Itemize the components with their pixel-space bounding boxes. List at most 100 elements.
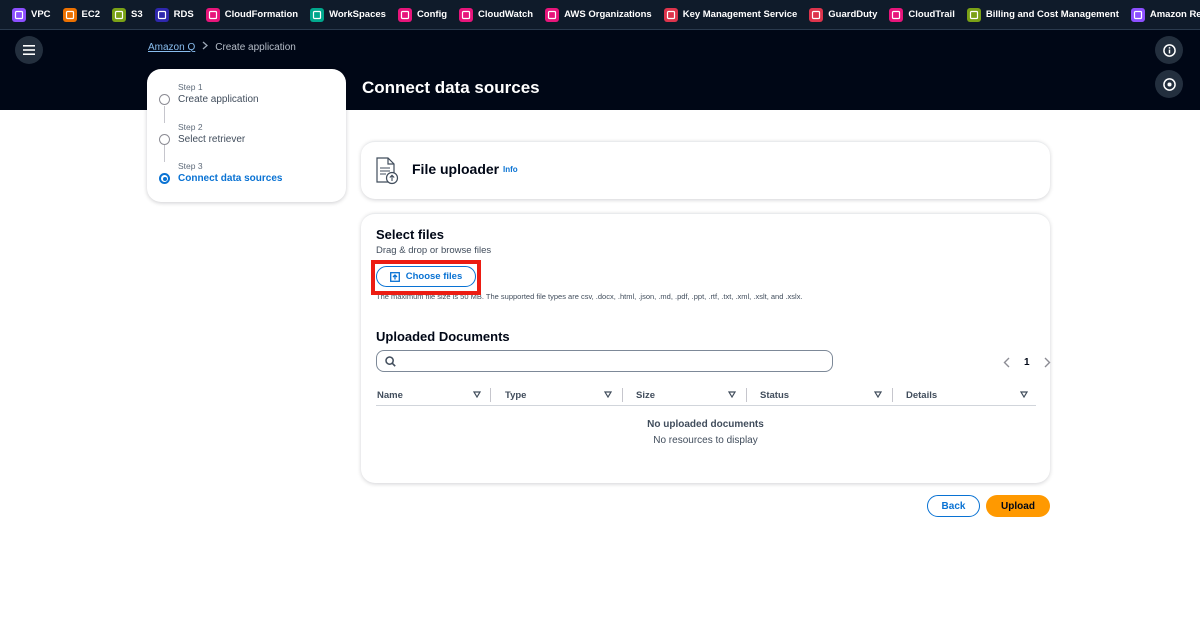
document-search [376,350,833,372]
favorite-label: CloudTrail [908,9,955,20]
column-divider [622,388,623,402]
favorite-label: RDS [173,9,194,20]
search-icon [385,355,396,367]
next-page-icon[interactable] [1044,357,1051,368]
search-input[interactable] [402,355,832,367]
favorite-label: Config [416,9,448,20]
favorite-cloudtrail[interactable]: CloudTrail [889,7,955,22]
favorite-key-management-service[interactable]: Key Management Service [663,7,798,22]
upload-button[interactable]: Upload [986,495,1050,517]
favorite-config[interactable]: Config [397,7,448,22]
wizard-step-2[interactable]: Step 2 Select retriever [159,122,245,145]
guardduty-icon [809,7,824,22]
step-number: Step 2 [178,122,203,132]
select-files-description: Drag & drop or browse files [376,245,492,256]
favorite-label: AWS Organizations [564,9,652,20]
favorite-vpc[interactable]: VPC [12,7,51,22]
favorites-bar: VPC EC2 S3 RDS CloudFormation WorkSpaces Confi… [0,0,1200,30]
menu-button[interactable] [15,36,43,64]
column-label: Details [906,389,938,401]
back-button[interactable]: Back [927,495,980,517]
favorite-billing-and-cost-management[interactable]: Billing and Cost Management [966,7,1119,22]
info-circle-icon [1162,43,1176,57]
favorite-amazon-redshift[interactable]: Amazon Redshift [1130,7,1200,22]
sort-caret-icon [604,391,612,398]
favorite-guardduty[interactable]: GuardDuty [809,7,878,22]
favorite-cloudformation[interactable]: CloudFormation [205,7,299,22]
favorite-workspaces[interactable]: WorkSpaces [310,7,386,22]
breadcrumb-current: Create application [215,41,296,53]
favorite-label: Key Management Service [682,9,798,20]
previous-page-icon[interactable] [1003,357,1010,368]
choose-files-button[interactable]: Choose files [376,266,476,287]
favorite-ec2[interactable]: EC2 [62,7,101,22]
kms-icon [663,7,678,22]
wizard-steps: Step 1 Create application Step 2 Select … [147,69,346,202]
wizard-step-3: Step 3 Connect data sources [159,161,282,184]
empty-state-title: No uploaded documents [647,419,764,430]
sort-caret-icon [1020,391,1028,398]
step-label: Select retriever [178,134,246,145]
favorite-label: S3 [131,9,143,20]
column-header-size[interactable]: Size [636,384,740,406]
column-label: Type [505,389,527,401]
step-current-icon [159,173,170,184]
compass-icon [1162,77,1176,91]
column-header-name[interactable]: Name [377,384,481,406]
s3-icon [112,7,127,22]
ec2-icon [62,7,77,22]
column-label: Size [636,389,656,401]
sort-caret-icon [473,391,481,398]
vpc-icon [12,7,26,22]
help-panel-button[interactable] [1155,70,1183,98]
document-upload-icon [375,157,399,190]
favorite-cloudwatch[interactable]: CloudWatch [459,7,533,22]
table-header: Name Type Size Status Details [376,384,1036,406]
organizations-icon [545,7,560,22]
uploader-title: File uploader [412,161,500,177]
breadcrumb-amazon-q-link[interactable]: Amazon Q [148,42,195,53]
file-uploader-header: File uploader Info [361,141,1050,199]
breadcrumb: Amazon Q Create application [148,41,296,53]
upload-icon [389,271,400,282]
wizard-step-1[interactable]: Step 1 Create application [159,82,259,105]
step-status-icon [159,134,170,145]
favorite-label: WorkSpaces [329,9,386,20]
select-files-title: Select files [376,227,444,242]
billing-icon [966,7,981,22]
sort-caret-icon [728,391,736,398]
favorite-s3[interactable]: S3 [112,7,143,22]
info-link[interactable]: Info [503,165,518,174]
favorite-label: CloudFormation [224,9,299,20]
favorite-label: EC2 [81,9,101,20]
favorite-label: GuardDuty [828,9,878,20]
column-header-status[interactable]: Status [760,384,884,406]
favorite-label: VPC [31,9,51,20]
column-header-details[interactable]: Details [906,384,1034,406]
step-status-icon [159,94,170,105]
column-divider [746,388,747,402]
rds-icon [154,7,169,22]
cloudtrail-icon [889,7,904,22]
cloudwatch-icon [459,7,474,22]
hamburger-icon [23,45,35,55]
column-label: Name [377,389,403,401]
favorite-aws-organizations[interactable]: AWS Organizations [545,7,652,22]
info-panel-button[interactable] [1155,36,1183,64]
page-number[interactable]: 1 [1024,357,1030,368]
sort-caret-icon [874,391,882,398]
column-header-type[interactable]: Type [505,384,613,406]
workspaces-icon [310,7,325,22]
step-label: Create application [178,94,259,105]
select-files-panel: Select files Drag & drop or browse files… [361,213,1051,483]
favorite-rds[interactable]: RDS [154,7,194,22]
step-connector [164,145,165,162]
empty-state-subtitle: No resources to display [653,435,758,446]
config-icon [397,7,412,22]
favorite-label: Billing and Cost Management [985,9,1119,20]
column-divider [892,388,893,402]
uploaded-documents-title: Uploaded Documents [376,329,510,344]
favorite-label: Amazon Redshift [1149,9,1200,20]
column-label: Status [760,389,790,401]
step-label: Connect data sources [178,173,283,184]
